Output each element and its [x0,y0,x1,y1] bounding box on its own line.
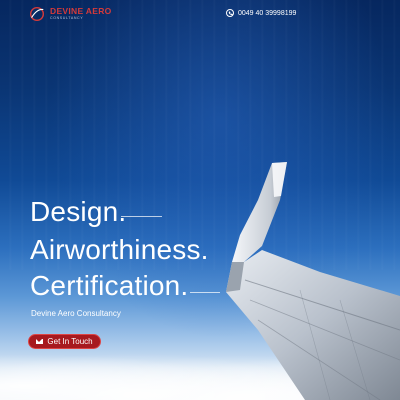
brand-name: DEVINE AERO [50,6,112,17]
headline-airworthiness: Airworthiness. [30,234,209,265]
brand-tagline: CONSULTANCY [50,15,84,20]
top-bar: DEVINE AERO CONSULTANCY 0049 40 39998199 [0,0,400,28]
logo[interactable]: DEVINE AERO CONSULTANCY [28,5,112,23]
headline-divider-1 [121,216,162,217]
get-in-touch-button[interactable]: Get In Touch [28,334,101,349]
logo-mark-icon [29,6,45,22]
phone-link[interactable]: 0049 40 39998199 [226,9,296,17]
headline-certification: Certification. [30,270,189,301]
get-in-touch-label: Get In Touch [47,337,93,346]
mail-icon [36,339,44,344]
headline-design: Design. [30,196,127,227]
company-subtitle: Devine Aero Consultancy [31,309,121,318]
headline-divider-2 [190,292,220,293]
phone-number: 0049 40 39998199 [238,9,297,17]
phone-icon [226,9,234,17]
